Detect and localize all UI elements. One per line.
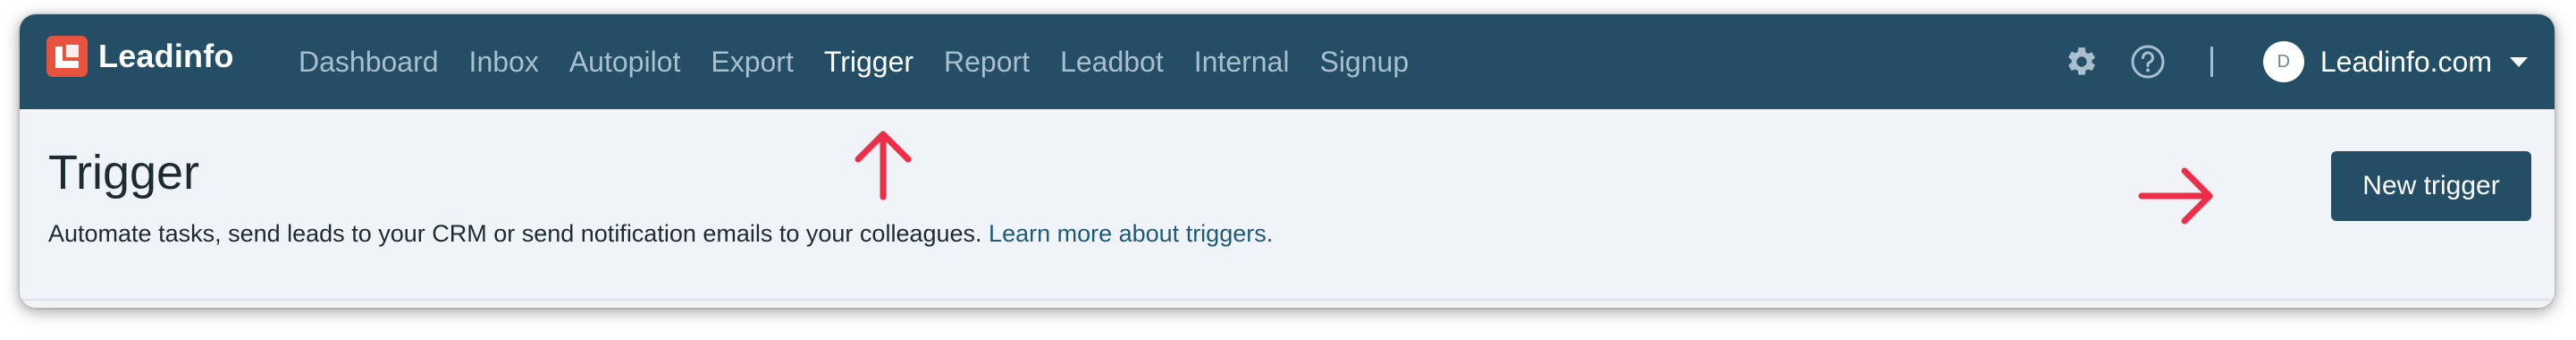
arrow-up-icon <box>854 131 912 200</box>
page-subtitle-text: Automate tasks, send leads to your CRM o… <box>48 220 982 247</box>
nav-item-leadbot[interactable]: Leadbot <box>1060 46 1164 79</box>
nav-item-trigger[interactable]: Trigger <box>824 46 913 79</box>
nav-item-dashboard[interactable]: Dashboard <box>299 46 439 79</box>
nav-item-export[interactable]: Export <box>711 46 793 79</box>
avatar[interactable]: D <box>2262 41 2304 82</box>
gear-icon <box>2068 47 2095 75</box>
arrow-right-icon <box>2138 167 2213 225</box>
page-title: Trigger <box>48 146 200 200</box>
help-button[interactable] <box>2128 42 2168 81</box>
app-window: Leadinfo Dashboard Inbox Autopilot Expor… <box>20 14 2555 308</box>
nav-item-report[interactable]: Report <box>944 46 1030 79</box>
logo-text: Leadinfo <box>98 38 234 74</box>
navbar-right: D Leadinfo.com <box>2062 14 2528 109</box>
new-trigger-button[interactable]: New trigger <box>2331 151 2531 221</box>
nav-item-internal[interactable]: Internal <box>1194 46 1290 79</box>
settings-button[interactable] <box>2062 42 2101 81</box>
top-navbar: Leadinfo Dashboard Inbox Autopilot Expor… <box>20 14 2555 109</box>
navbar-divider <box>2210 47 2213 77</box>
main-nav: Dashboard Inbox Autopilot Export Trigger… <box>299 14 1439 109</box>
nav-item-signup[interactable]: Signup <box>1319 46 1409 79</box>
nav-item-autopilot[interactable]: Autopilot <box>569 46 681 79</box>
logo[interactable]: Leadinfo <box>46 36 234 77</box>
leadinfo-logo-icon <box>46 36 88 77</box>
learn-more-link[interactable]: Learn more about triggers. <box>989 220 1273 247</box>
account-name[interactable]: Leadinfo.com <box>2320 46 2492 79</box>
question-circle-icon <box>2131 45 2165 79</box>
caret-down-icon[interactable] <box>2510 56 2528 67</box>
nav-item-inbox[interactable]: Inbox <box>469 46 539 79</box>
page-subtitle: Automate tasks, send leads to your CRM o… <box>48 220 1273 248</box>
